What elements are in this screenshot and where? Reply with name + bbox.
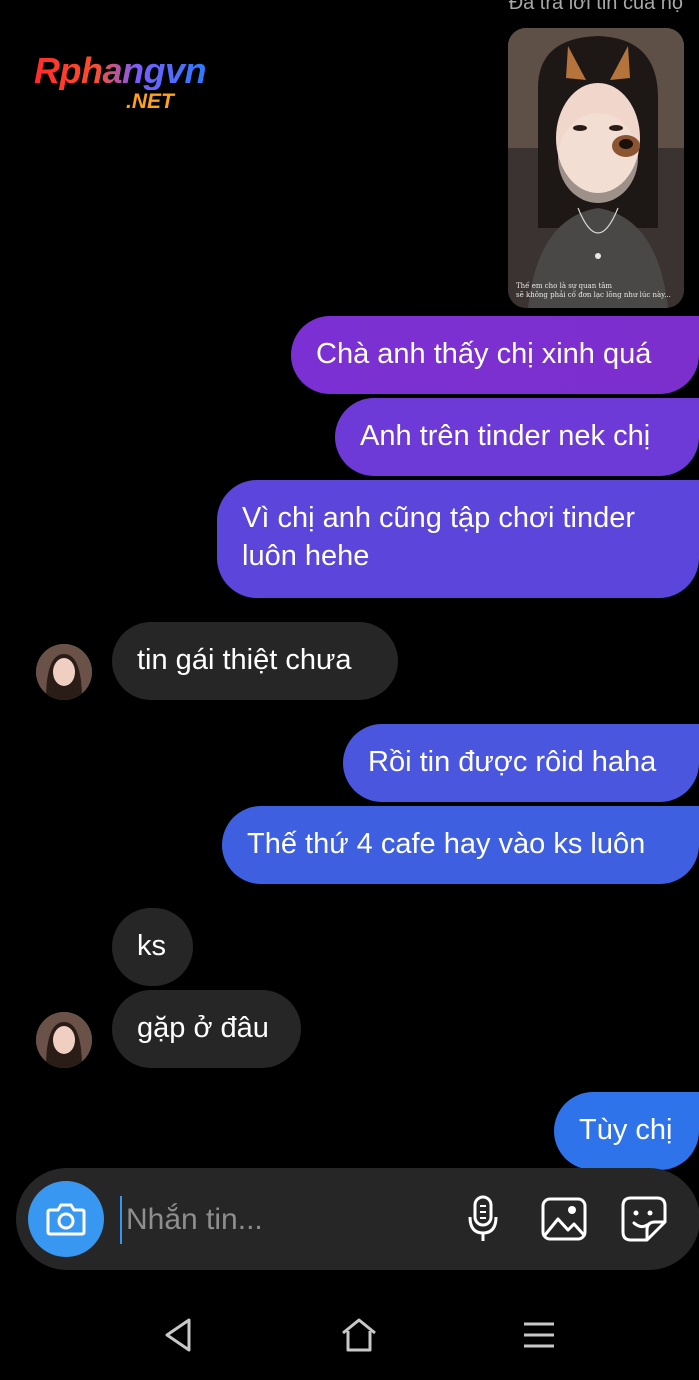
- story-caption: Thế em cho là sự quan tâm sẽ không phải …: [516, 282, 671, 299]
- back-triangle-icon: [165, 1318, 191, 1352]
- sticker-icon: [621, 1196, 667, 1242]
- menu-lines-icon: [524, 1322, 554, 1348]
- contact-avatar[interactable]: [36, 644, 92, 700]
- message-incoming[interactable]: tin gái thiệt chưa: [112, 622, 398, 700]
- gallery-button[interactable]: [538, 1193, 590, 1245]
- system-navigation-bar: [0, 1290, 699, 1380]
- camera-icon: [46, 1203, 86, 1236]
- microphone-icon: [468, 1195, 498, 1241]
- avatar-photo: [36, 1012, 92, 1068]
- watermark-suffix: .NET: [126, 90, 174, 113]
- avatar-photo: [36, 644, 92, 700]
- nav-back-button[interactable]: [150, 1310, 206, 1360]
- home-icon: [342, 1318, 376, 1352]
- message-line: luôn hehe: [242, 540, 370, 572]
- message-incoming[interactable]: ks: [112, 908, 193, 986]
- message-outgoing[interactable]: Tùy chị: [554, 1092, 699, 1170]
- message-outgoing[interactable]: Vì chị anh cũng tập chơi tinder luôn heh…: [217, 480, 699, 598]
- sticker-button[interactable]: [618, 1193, 670, 1245]
- message-composer: [16, 1168, 699, 1270]
- message-input[interactable]: [120, 1196, 458, 1244]
- message-outgoing[interactable]: Rồi tin được rôid haha: [343, 724, 699, 802]
- watermark-name: Rphangvn: [34, 50, 207, 91]
- contact-avatar[interactable]: [36, 1012, 92, 1068]
- camera-button[interactable]: [28, 1181, 104, 1257]
- message-outgoing[interactable]: Thế thứ 4 cafe hay vào ks luôn: [222, 806, 699, 884]
- message-outgoing[interactable]: Anh trên tinder nek chị: [335, 398, 699, 476]
- replied-status-label: Đã trả lời tin của họ: [508, 0, 683, 14]
- story-photo: [508, 28, 684, 308]
- voice-message-button[interactable]: [457, 1193, 509, 1245]
- message-incoming[interactable]: gặp ở đâu: [112, 990, 301, 1068]
- nav-home-button[interactable]: [331, 1310, 387, 1360]
- watermark-logo: Rphangvn .NET: [34, 52, 246, 116]
- message-outgoing[interactable]: Chà anh thấy chị xinh quá: [291, 316, 699, 394]
- story-reply-thumbnail[interactable]: Thế em cho là sự quan tâm sẽ không phải …: [508, 28, 684, 308]
- image-icon: [541, 1197, 587, 1241]
- nav-menu-button[interactable]: [511, 1310, 567, 1360]
- message-line: Vì chị anh cũng tập chơi tinder: [242, 502, 636, 534]
